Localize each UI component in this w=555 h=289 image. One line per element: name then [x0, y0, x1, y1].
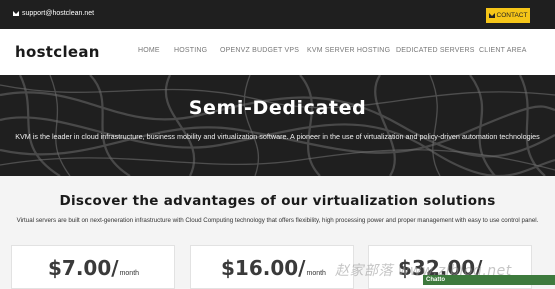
- price-period: month: [306, 270, 326, 277]
- hero-title: Semi-Dedicated: [188, 97, 367, 119]
- envelope-icon: [488, 13, 495, 18]
- nav-item-openvz-budget-vps[interactable]: OPENVZ BUDGET VPS: [220, 47, 299, 54]
- hero-overlay: [0, 75, 555, 176]
- contact-button-label: CONTACT: [496, 12, 528, 19]
- nav-item-home[interactable]: HOME: [138, 47, 160, 54]
- nav-item-hosting[interactable]: HOSTING: [174, 47, 207, 54]
- main-navbar: hostclean HOME HOSTING OPENVZ BUDGET VPS…: [0, 29, 555, 75]
- price-amount: $16.00/: [221, 256, 306, 280]
- price-amount: $7.00/: [48, 256, 119, 280]
- logo[interactable]: hostclean: [15, 43, 100, 61]
- nav-item-client-area[interactable]: CLIENT AREA: [479, 47, 527, 54]
- hero-description: KVM is the leader in cloud infrastructur…: [15, 132, 540, 141]
- support-email[interactable]: support@hostclean.net: [13, 10, 94, 17]
- top-bar: support@hostclean.net CONTACT: [0, 0, 555, 29]
- nav-item-dedicated-servers[interactable]: DEDICATED SERVERS: [396, 47, 475, 54]
- support-email-text: support@hostclean.net: [22, 10, 95, 17]
- advantages-description: Virtual servers are built on next-genera…: [16, 217, 539, 224]
- chat-widget-tab[interactable]: Chatto: [423, 275, 555, 285]
- price-label: $16.00/month: [221, 256, 326, 280]
- contact-button[interactable]: CONTACT: [486, 8, 530, 23]
- hero-banner: Semi-Dedicated KVM is the leader in clou…: [0, 75, 555, 176]
- advantages-title: Discover the advantages of our virtualiz…: [59, 193, 496, 209]
- envelope-icon: [13, 11, 19, 16]
- price-period: month: [119, 270, 140, 277]
- nav-item-kvm-server-hosting[interactable]: KVM SERVER HOSTING: [307, 47, 390, 54]
- price-label: $7.00/month: [48, 256, 139, 280]
